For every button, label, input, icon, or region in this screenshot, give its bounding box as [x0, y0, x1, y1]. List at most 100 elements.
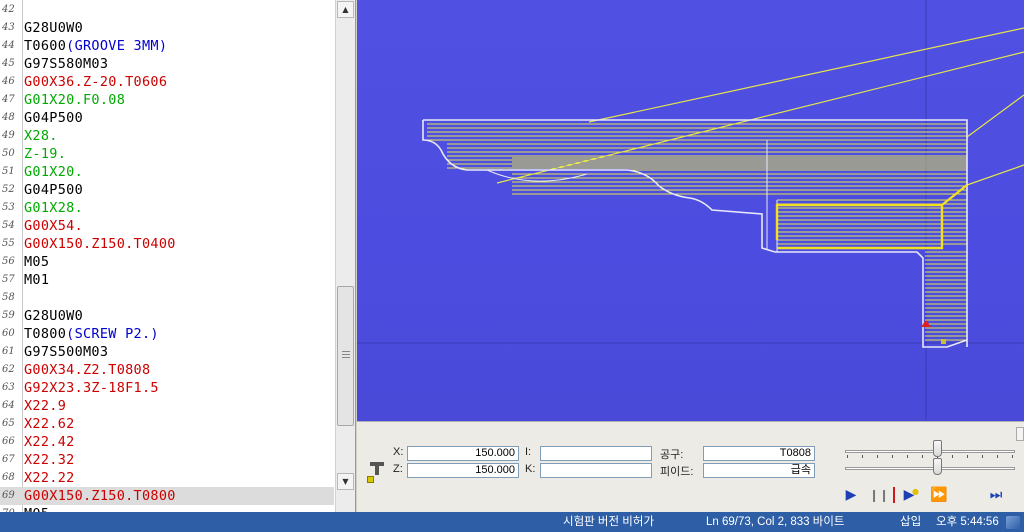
code-line[interactable]: 66 X22.42	[0, 433, 334, 451]
code-line[interactable]: 51 G01X20.	[0, 163, 334, 181]
grip-line	[342, 351, 350, 352]
line-text: G00X54.	[24, 217, 83, 235]
toolpath-simulation	[357, 0, 1024, 421]
position-slider-thumb[interactable]	[932, 458, 942, 475]
code-editor[interactable]: 42 43 G28U0W0 44 T0600(GROOVE 3MM) 45 G97S580M…	[0, 0, 356, 512]
k-field[interactable]	[540, 463, 652, 478]
tool-field[interactable]: T0808	[703, 446, 815, 461]
gcode-text: G00X34.Z2.T0808	[24, 362, 151, 378]
speed-slider-track[interactable]	[845, 450, 1015, 453]
gcode-text: G01X28.	[24, 200, 83, 216]
code-line[interactable]: 48 G04P500	[0, 109, 334, 127]
line-text: X22.62	[24, 415, 75, 433]
gcode-comment: (SCREW P2.)	[66, 326, 159, 342]
slider-tick	[952, 455, 953, 458]
line-text: G00X150.Z150.T0800	[24, 487, 176, 505]
gcode-comment: (GROOVE 3MM)	[66, 38, 168, 54]
code-line[interactable]: 63 G92X23.3Z-18F1.5	[0, 379, 334, 397]
code-line[interactable]: 47 G01X20.F0.08	[0, 91, 334, 109]
line-text: G04P500	[24, 181, 83, 199]
rapid-move-lines	[496, 27, 1024, 186]
x-coordinate-label: X:	[393, 446, 404, 458]
line-text: G00X34.Z2.T0808	[24, 361, 150, 379]
line-number: 60	[2, 328, 15, 339]
run-to-end-icon[interactable]: ⏭	[986, 485, 1006, 505]
stop-icon[interactable]	[893, 487, 895, 503]
code-line[interactable]: 43 G28U0W0	[0, 19, 334, 37]
simulation-control-panel: X: 150.000 Z: 150.000 I: K: 공구: T0808 피이…	[357, 421, 1024, 512]
feed-label: 피이드:	[660, 466, 694, 478]
scroll-up-arrow-icon[interactable]: ▲	[337, 1, 354, 18]
line-number: 59	[2, 310, 15, 321]
line-text: G28U0W0	[24, 19, 83, 37]
i-field[interactable]	[540, 446, 652, 461]
gcode-text: X22.62	[24, 416, 75, 432]
line-number: 61	[2, 346, 15, 357]
x-coordinate-field[interactable]: 150.000	[407, 446, 519, 461]
line-number: 44	[2, 40, 15, 51]
line-text: G97S500M03	[24, 343, 108, 361]
code-line[interactable]: 60 T0800(SCREW P2.)	[0, 325, 334, 343]
line-text: X22.32	[24, 451, 75, 469]
code-line[interactable]: 70M05	[0, 505, 334, 512]
code-line[interactable]: 53 G01X28.	[0, 199, 334, 217]
toolpath-viewport[interactable]	[357, 0, 1024, 421]
scrollbar-thumb[interactable]	[337, 286, 354, 426]
trial-version-notice: 시험판 버전 비허가	[563, 516, 655, 528]
vertical-scrollbar[interactable]: ▲ ▼	[335, 0, 355, 512]
line-text: G00X150.Z150.T0400	[24, 235, 176, 253]
pause-icon[interactable]: ❙❙	[869, 485, 889, 505]
code-line[interactable]: 44 T0600(GROOVE 3MM)	[0, 37, 334, 55]
code-line[interactable]: 67 X22.32	[0, 451, 334, 469]
code-line[interactable]: 45 G97S580M03	[0, 55, 334, 73]
line-number: 64	[2, 400, 15, 411]
code-line[interactable]: 57 M01	[0, 271, 334, 289]
slider-tick	[892, 455, 893, 458]
step-block-icon[interactable]: ▶ ●	[899, 485, 919, 505]
code-line[interactable]: 68 X22.22	[0, 469, 334, 487]
gcode-text: M05	[24, 254, 50, 270]
code-line[interactable]: 69 G00X150.Z150.T0800	[0, 487, 334, 505]
code-lines[interactable]: 42 43 G28U0W0 44 T0600(GROOVE 3MM) 45 G97S580M…	[0, 1, 334, 512]
gcode-text: Z-19.	[24, 146, 67, 162]
line-text: M05	[24, 253, 49, 271]
scroll-down-arrow-icon[interactable]: ▼	[337, 473, 354, 490]
feed-field[interactable]: 급속	[703, 463, 815, 478]
line-text: G01X28.	[24, 199, 83, 217]
line-text: G92X23.3Z-18F1.5	[24, 379, 159, 397]
code-line[interactable]: 59 G28U0W0	[0, 307, 334, 325]
code-line[interactable]: 55 G00X150.Z150.T0400	[0, 235, 334, 253]
line-number: 51	[2, 166, 15, 177]
tool-holder-icon	[370, 462, 384, 476]
play-icon[interactable]: ▶	[841, 485, 861, 505]
code-line[interactable]: 46 G00X36.Z-20.T0606	[0, 73, 334, 91]
resize-grip-icon[interactable]	[1006, 516, 1020, 529]
line-text: Z-19.	[24, 145, 66, 163]
code-line[interactable]: 42	[0, 1, 334, 19]
code-line[interactable]: 65 X22.62	[0, 415, 334, 433]
code-line[interactable]: 52 G04P500	[0, 181, 334, 199]
code-line[interactable]: 49 X28.	[0, 127, 334, 145]
code-line[interactable]: 62 G00X34.Z2.T0808	[0, 361, 334, 379]
code-line[interactable]: 64 X22.9	[0, 397, 334, 415]
code-line[interactable]: 54 G00X54.	[0, 217, 334, 235]
line-text: M01	[24, 271, 49, 289]
slider-tick	[1012, 455, 1013, 458]
gcode-text: G00X150.Z150.T0800	[24, 488, 176, 504]
position-slider-track[interactable]	[845, 467, 1015, 470]
grip-line	[342, 354, 350, 355]
fast-forward-icon[interactable]: ⏩	[929, 485, 949, 505]
gcode-text: G92X23.3Z-18F1.5	[24, 380, 159, 396]
line-number: 68	[2, 472, 15, 483]
slider-tick	[997, 455, 998, 458]
line-number: 62	[2, 364, 15, 375]
code-line[interactable]: 58	[0, 289, 334, 307]
z-coordinate-field[interactable]: 150.000	[407, 463, 519, 478]
speed-slider-thumb[interactable]	[932, 440, 942, 457]
line-text: G00X36.Z-20.T0606	[24, 73, 167, 91]
code-line[interactable]: 61 G97S500M03	[0, 343, 334, 361]
panel-scroll-handle[interactable]	[1016, 427, 1024, 441]
slider-tick	[862, 455, 863, 458]
code-line[interactable]: 56 M05	[0, 253, 334, 271]
code-line[interactable]: 50 Z-19.	[0, 145, 334, 163]
